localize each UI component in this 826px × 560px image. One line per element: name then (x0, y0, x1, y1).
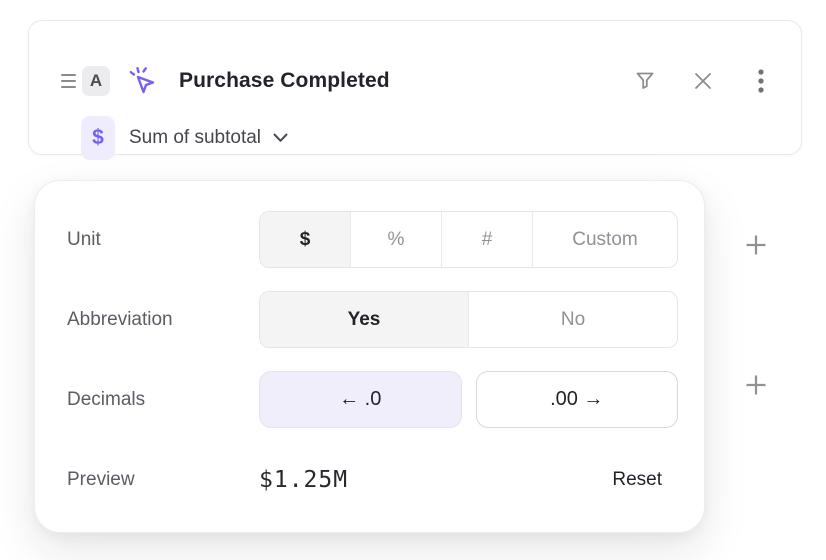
unit-option-percent[interactable]: % (350, 212, 441, 267)
drag-handle-icon[interactable] (61, 73, 76, 89)
preview-value: $1.25M (259, 467, 348, 493)
add-metric-button-bottom[interactable] (740, 369, 772, 401)
plus-icon (744, 373, 768, 397)
unit-segmented-control: $ % # Custom (259, 211, 678, 268)
event-card: A Purchase Completed (28, 20, 802, 155)
decimals-controls: ← .0 .00 → (259, 371, 678, 428)
plus-icon (744, 233, 768, 257)
unit-option-custom[interactable]: Custom (532, 212, 677, 267)
decimals-row: Decimals ← .0 .00 → (51, 371, 678, 428)
reset-button[interactable]: Reset (612, 469, 662, 491)
metric-selector[interactable]: $ Sum of subtotal (81, 116, 288, 160)
close-icon[interactable] (691, 69, 715, 93)
unit-row: Unit $ % # Custom (51, 211, 678, 268)
event-card-header: A Purchase Completed (61, 65, 773, 97)
event-title: Purchase Completed (179, 69, 390, 93)
abbreviation-label: Abbreviation (51, 309, 259, 331)
preview-row: Preview $1.25M Reset (51, 451, 678, 508)
metric-label: Sum of subtotal (129, 127, 261, 149)
number-format-panel: Unit $ % # Custom Abbreviation Yes No De… (34, 180, 705, 533)
increase-decimals-button[interactable]: .00 → (476, 371, 679, 428)
unit-option-dollar[interactable]: $ (260, 212, 350, 267)
abbreviation-segmented-control: Yes No (259, 291, 678, 348)
decimals-label: Decimals (51, 389, 259, 411)
filter-icon[interactable] (633, 69, 657, 93)
event-card-actions (633, 69, 773, 93)
metric-type-icon: $ (81, 116, 115, 160)
unit-label: Unit (51, 229, 259, 251)
decrease-decimals-button[interactable]: ← .0 (259, 371, 462, 428)
add-metric-button-top[interactable] (740, 229, 772, 261)
more-options-icon[interactable] (749, 69, 773, 93)
event-click-icon (127, 65, 159, 97)
abbreviation-option-no[interactable]: No (468, 292, 677, 347)
event-index-badge: A (82, 66, 110, 96)
abbreviation-row: Abbreviation Yes No (51, 291, 678, 348)
abbreviation-option-yes[interactable]: Yes (260, 292, 468, 347)
chevron-down-icon (273, 133, 288, 143)
unit-option-number[interactable]: # (441, 212, 532, 267)
preview-label: Preview (51, 469, 259, 491)
